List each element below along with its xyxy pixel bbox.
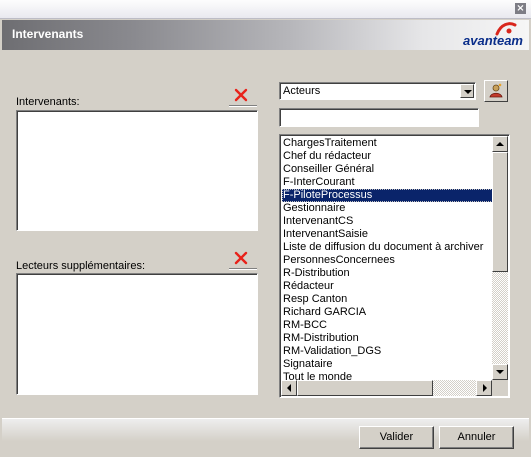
chevron-down-icon[interactable] xyxy=(460,84,474,98)
intervenants-listbox[interactable] xyxy=(16,110,258,231)
close-icon[interactable]: × xyxy=(515,3,526,14)
list-item[interactable]: F-InterCourant xyxy=(282,176,493,189)
add-actor-icon xyxy=(489,83,503,98)
dialog-title: Intervenants xyxy=(12,27,84,41)
actor-filter-input[interactable] xyxy=(279,108,479,127)
list-item[interactable]: RM-BCC xyxy=(282,319,493,332)
divider xyxy=(229,268,257,270)
delete-intervenant-icon[interactable] xyxy=(232,86,250,104)
scroll-left-button[interactable] xyxy=(281,380,297,396)
logo-text: avanteam xyxy=(463,33,523,48)
divider xyxy=(229,105,257,107)
list-item[interactable]: Richard GARCIA xyxy=(282,306,493,319)
scroll-corner xyxy=(492,380,508,396)
delete-lecteur-icon[interactable] xyxy=(232,249,250,267)
lecteurs-label: Lecteurs supplémentaires: xyxy=(16,260,146,272)
list-item[interactable]: IntervenantCS xyxy=(282,215,493,228)
list-item[interactable]: IntervenantSaisie xyxy=(282,228,493,241)
list-item[interactable]: Gestionnaire xyxy=(282,202,493,215)
scroll-right-button[interactable] xyxy=(476,380,492,396)
lecteurs-listbox[interactable] xyxy=(16,273,258,395)
vertical-scrollbar[interactable] xyxy=(492,136,508,380)
actor-type-select[interactable]: Acteurs xyxy=(279,82,476,100)
vertical-scroll-thumb[interactable] xyxy=(492,152,508,272)
horizontal-scroll-thumb[interactable] xyxy=(297,380,433,396)
list-item[interactable]: Signataire xyxy=(282,358,493,371)
annuler-button[interactable]: Annuler xyxy=(439,426,514,449)
actors-items: ChargesTraitement Chef du rédacteur Consei… xyxy=(282,137,493,384)
list-item[interactable]: F-PiloteProcessus xyxy=(282,189,493,202)
add-actor-button[interactable] xyxy=(484,80,508,102)
scroll-down-button[interactable] xyxy=(492,364,508,380)
intervenants-label: Intervenants: xyxy=(16,96,80,108)
list-item[interactable]: RM-Distribution xyxy=(282,332,493,345)
horizontal-scrollbar[interactable] xyxy=(281,380,492,396)
list-item[interactable]: ChargesTraitement xyxy=(282,137,493,150)
list-item[interactable]: Rédacteur xyxy=(282,280,493,293)
avanteam-logo: avanteam xyxy=(451,22,523,48)
window-title-bar: × xyxy=(0,0,531,19)
list-item[interactable]: PersonnesConcernees xyxy=(282,254,493,267)
dialog-header: Intervenants avanteam xyxy=(2,20,529,50)
list-item[interactable]: Chef du rédacteur xyxy=(282,150,493,163)
scroll-up-button[interactable] xyxy=(492,136,508,152)
list-item[interactable]: Conseiller Général xyxy=(282,163,493,176)
list-item[interactable]: R-Distribution xyxy=(282,267,493,280)
list-item[interactable]: RM-Validation_DGS xyxy=(282,345,493,358)
valider-button[interactable]: Valider xyxy=(359,426,434,449)
actors-listbox[interactable]: ChargesTraitement Chef du rédacteur Consei… xyxy=(279,134,510,398)
list-item[interactable]: Liste de diffusion du document à archive… xyxy=(282,241,493,254)
list-item[interactable]: Resp Canton xyxy=(282,293,493,306)
actor-type-value: Acteurs xyxy=(283,85,321,97)
